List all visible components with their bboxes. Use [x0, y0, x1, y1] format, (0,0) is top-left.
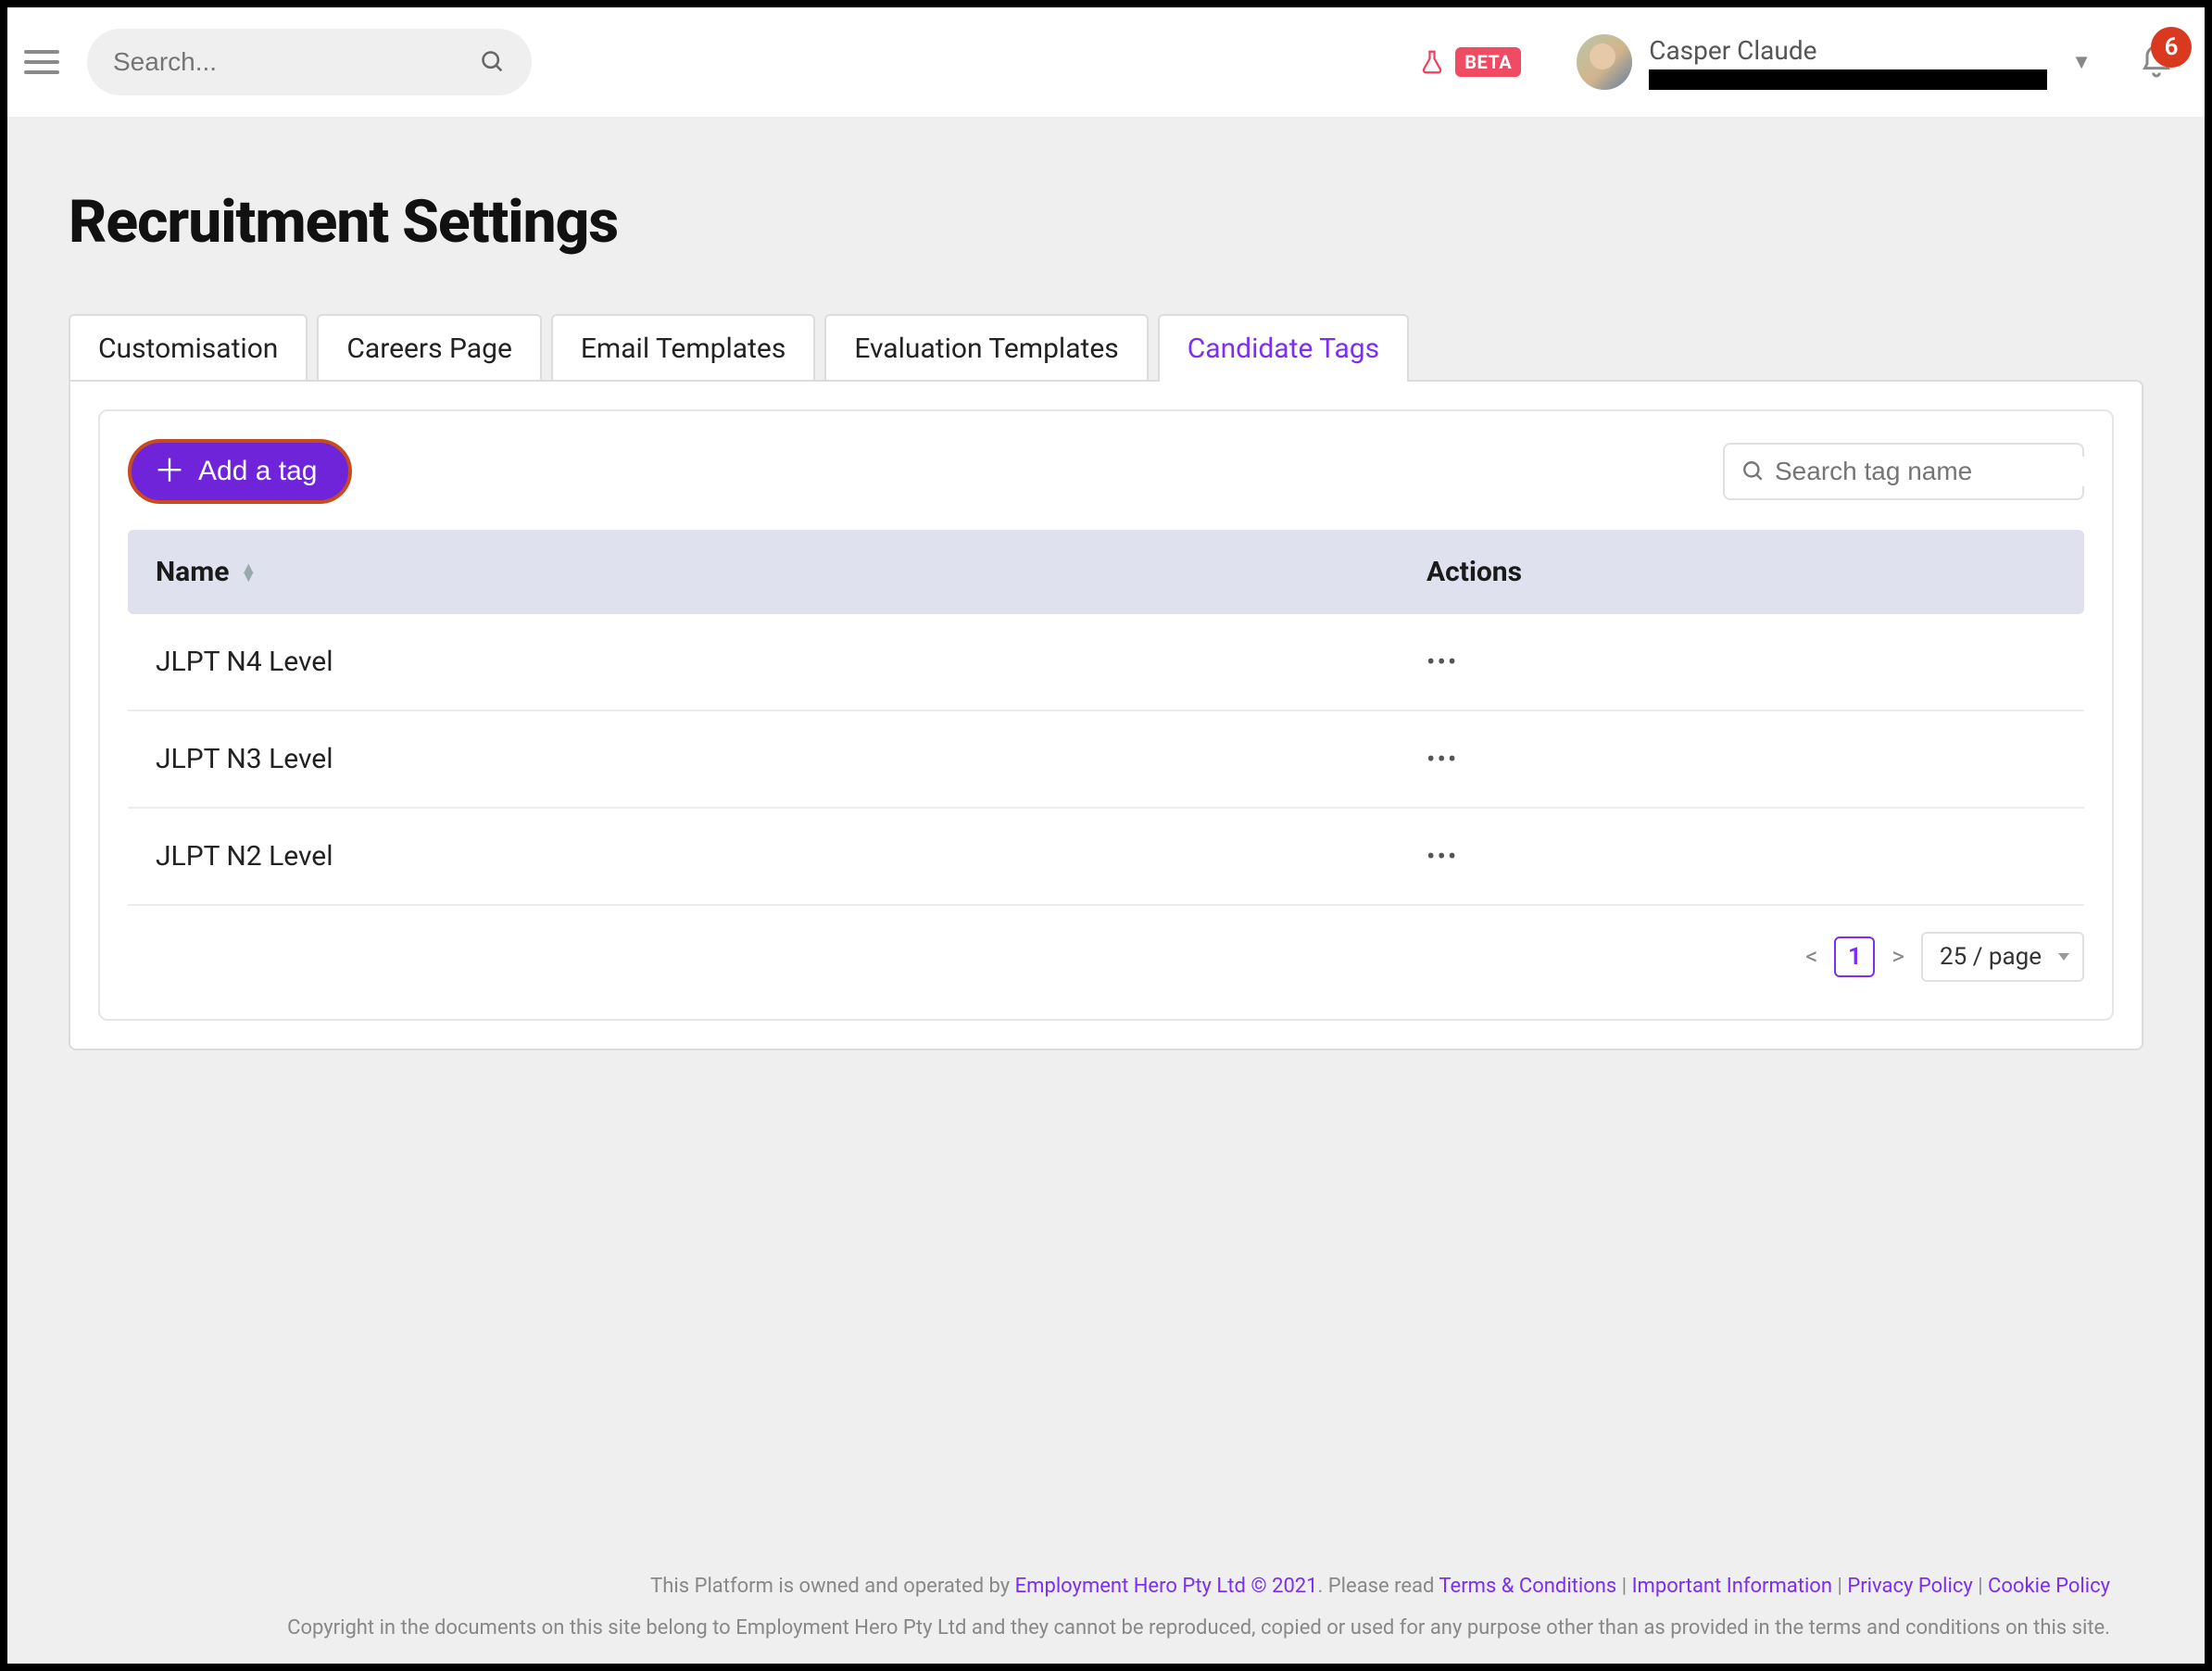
- tag-name-cell: JLPT N2 Level: [156, 840, 1426, 873]
- tab-evaluation-templates[interactable]: Evaluation Templates: [824, 314, 1148, 382]
- tags-table: Name ▲▼ Actions JLPT N4 Level •••: [128, 530, 2084, 906]
- column-header-name[interactable]: Name ▲▼: [156, 556, 1426, 588]
- sort-icon[interactable]: ▲▼: [240, 564, 257, 581]
- table-row: JLPT N2 Level •••: [128, 809, 2084, 906]
- plus-icon: ＋: [154, 456, 185, 487]
- prev-page-button[interactable]: <: [1805, 943, 1817, 971]
- footer-sep: |: [1973, 1575, 1988, 1598]
- search-icon[interactable]: [480, 49, 506, 75]
- column-header-actions: Actions: [1426, 556, 1741, 588]
- tab-email-templates[interactable]: Email Templates: [551, 314, 815, 382]
- footer-owner-link[interactable]: Employment Hero Pty Ltd © 2021: [1015, 1575, 1318, 1598]
- add-tag-label: Add a tag: [198, 456, 317, 487]
- topbar: BETA Casper Claude ▼ 6: [7, 7, 2205, 119]
- beta-badge: BETA: [1455, 47, 1521, 77]
- search-icon: [1741, 459, 1766, 484]
- tabs: Customisation Careers Page Email Templat…: [69, 314, 2143, 382]
- beta-indicator[interactable]: BETA: [1418, 47, 1521, 77]
- next-page-button[interactable]: >: [1892, 943, 1904, 971]
- footer-copyright: Copyright in the documents on this site …: [102, 1616, 2110, 1640]
- table-row: JLPT N3 Level •••: [128, 711, 2084, 809]
- chevron-down-icon[interactable]: ▼: [2071, 50, 2092, 74]
- footer-text: . Please read: [1318, 1575, 1439, 1598]
- menu-icon[interactable]: [24, 43, 63, 82]
- user-menu[interactable]: Casper Claude ▼: [1577, 34, 2092, 90]
- footer: This Platform is owned and operated by E…: [69, 1538, 2143, 1664]
- pagination: < 1 > 25 / page: [128, 932, 2084, 982]
- footer-important-link[interactable]: Important Information: [1632, 1575, 1832, 1598]
- footer-sep: |: [1616, 1575, 1631, 1598]
- table-row: JLPT N4 Level •••: [128, 614, 2084, 711]
- row-actions-button[interactable]: •••: [1426, 647, 1741, 677]
- row-actions-button[interactable]: •••: [1426, 744, 1741, 774]
- redacted-email: [1649, 69, 2047, 90]
- search-input[interactable]: [113, 47, 480, 77]
- notification-count-badge: 6: [2151, 27, 2192, 68]
- flask-icon: [1418, 48, 1446, 76]
- tag-filter[interactable]: [1723, 443, 2084, 500]
- row-actions-button[interactable]: •••: [1426, 841, 1741, 872]
- footer-cookie-link[interactable]: Cookie Policy: [1988, 1575, 2110, 1598]
- global-search[interactable]: [87, 29, 532, 95]
- tab-customisation[interactable]: Customisation: [69, 314, 308, 382]
- tab-candidate-tags[interactable]: Candidate Tags: [1158, 314, 1409, 382]
- avatar: [1577, 34, 1632, 90]
- user-name: Casper Claude: [1649, 35, 2047, 66]
- page-size-select[interactable]: 25 / page: [1921, 932, 2084, 982]
- footer-sep: |: [1832, 1575, 1847, 1598]
- tab-careers-page[interactable]: Careers Page: [317, 314, 541, 382]
- footer-terms-link[interactable]: Terms & Conditions: [1439, 1575, 1616, 1598]
- footer-text: This Platform is owned and operated by: [650, 1575, 1015, 1598]
- add-tag-button[interactable]: ＋ Add a tag: [128, 439, 352, 504]
- notifications-button[interactable]: 6: [2138, 44, 2175, 81]
- page-title: Recruitment Settings: [69, 187, 2143, 257]
- footer-privacy-link[interactable]: Privacy Policy: [1847, 1575, 1972, 1598]
- tag-name-cell: JLPT N3 Level: [156, 743, 1426, 775]
- table-header: Name ▲▼ Actions: [128, 530, 2084, 614]
- page-number-current[interactable]: 1: [1834, 936, 1875, 977]
- column-name-label: Name: [156, 556, 229, 588]
- tag-filter-input[interactable]: [1775, 457, 2109, 486]
- tag-name-cell: JLPT N4 Level: [156, 646, 1426, 678]
- panel: ＋ Add a tag Name: [69, 380, 2143, 1050]
